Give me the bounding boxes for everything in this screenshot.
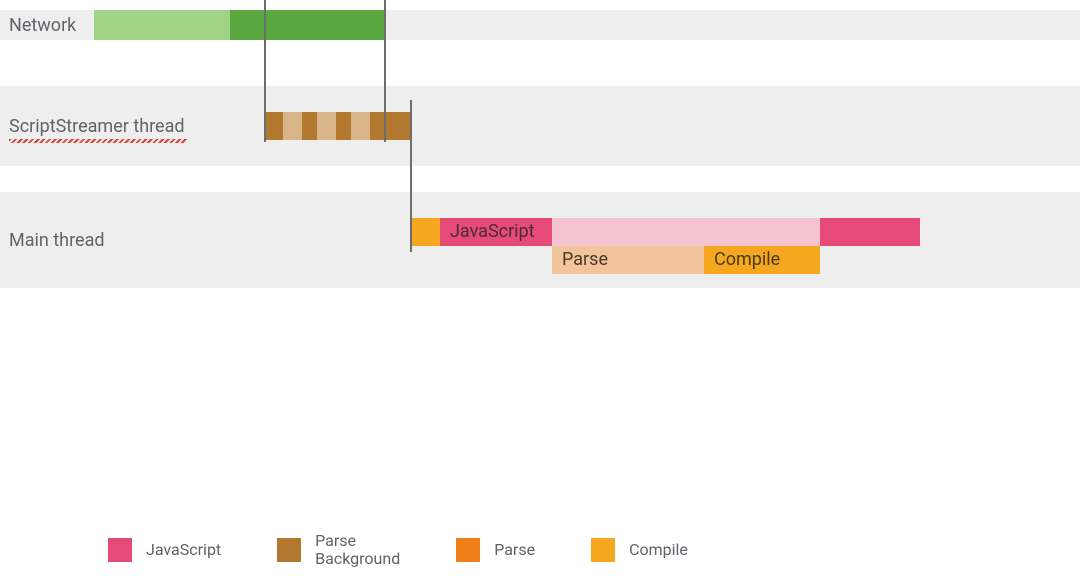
legend-label: Parse Background xyxy=(315,532,400,568)
segment-compile-prep xyxy=(410,218,440,246)
legend-label: Parse xyxy=(494,541,535,559)
legend-swatch-icon xyxy=(456,538,480,562)
spellcheck-underline-icon xyxy=(9,139,187,143)
legend-swatch-icon xyxy=(108,538,132,562)
segment-parse-background-tail xyxy=(384,112,410,140)
divider-line xyxy=(384,0,386,142)
segment-parse-label: Parse xyxy=(562,246,608,274)
segment-parse-background-gap xyxy=(283,112,302,140)
segment-javascript-2 xyxy=(820,218,920,246)
row-scriptstreamer: ScriptStreamer thread xyxy=(0,86,1080,166)
row-main-thread-label: Main thread xyxy=(9,230,105,251)
segment-parse: Parse xyxy=(552,246,704,274)
divider-line xyxy=(264,0,266,142)
segment-compile: Compile xyxy=(704,246,820,274)
divider-line xyxy=(410,100,412,252)
segment-javascript-idle xyxy=(552,218,820,246)
segment-parse-background-gap xyxy=(351,112,370,140)
segment-javascript-label: JavaScript xyxy=(450,218,535,246)
legend-item-compile: Compile xyxy=(591,538,688,562)
legend-label: Compile xyxy=(629,541,688,559)
segment-compile-label: Compile xyxy=(714,246,780,274)
legend-item-parse: Parse xyxy=(456,538,535,562)
segment-network-download-late xyxy=(230,10,384,40)
legend-swatch-icon xyxy=(277,538,301,562)
segment-network-download-early xyxy=(94,10,230,40)
row-network-label: Network xyxy=(9,15,76,36)
legend-swatch-icon xyxy=(591,538,615,562)
segment-parse-background-gap xyxy=(317,112,336,140)
row-scriptstreamer-label: ScriptStreamer thread xyxy=(9,116,185,137)
segment-javascript: JavaScript xyxy=(440,218,552,246)
legend-label: JavaScript xyxy=(146,541,221,559)
legend-item-parse-background: Parse Background xyxy=(277,532,400,568)
legend: JavaScript Parse Background Parse Compil… xyxy=(108,530,744,570)
legend-item-javascript: JavaScript xyxy=(108,538,221,562)
